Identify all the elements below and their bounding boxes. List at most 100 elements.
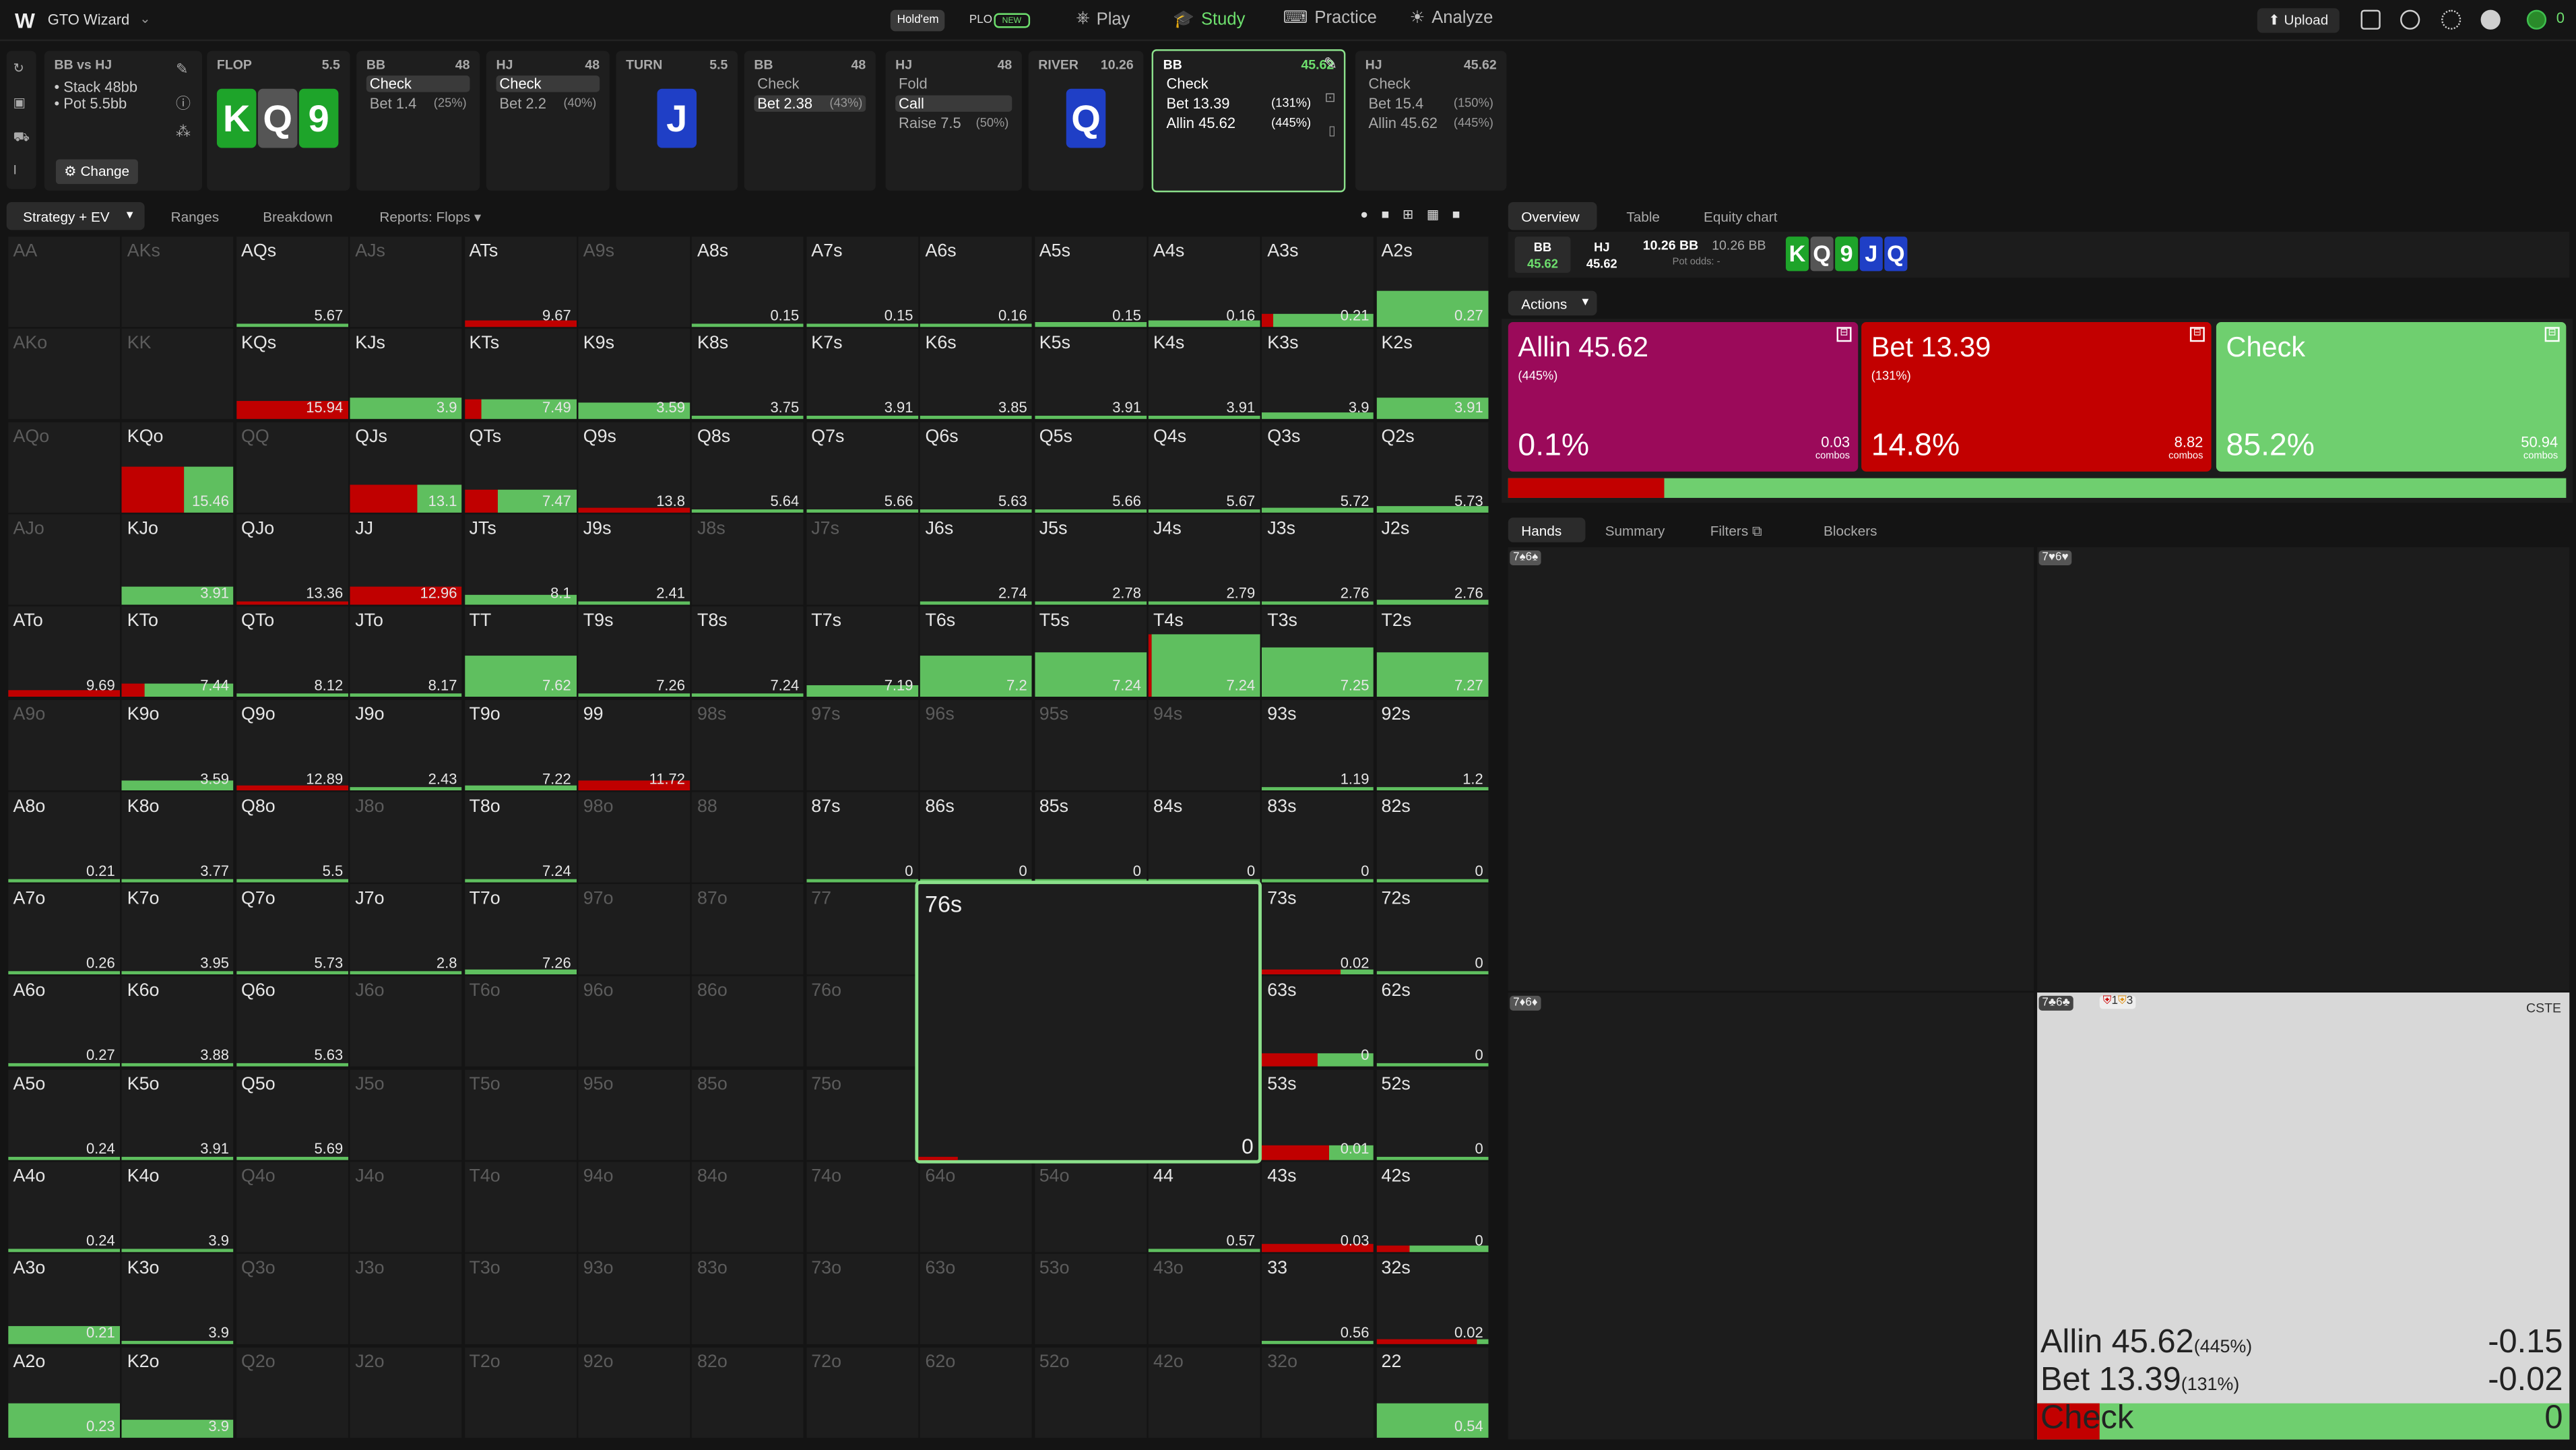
street-hj-flop[interactable]: HJ 48 Check Bet 2.2 (40%) [486,51,610,191]
hand-cell-J2o[interactable]: J2o [350,1346,462,1437]
hand-cell-QJs[interactable]: QJs 13.1 [350,421,462,512]
hand-cell-QTo[interactable]: QTo 8.12 [236,606,348,697]
hand-cell-K3o[interactable]: K3o 3.9 [122,1254,234,1345]
action-option[interactable]: Raise 7.5 (50%) [895,115,1012,131]
hand-cell-62s[interactable]: 62s 0 [1376,976,1489,1067]
hand-cell-JJ[interactable]: JJ 12.96 [350,514,462,605]
hand-cell-77[interactable]: 77 [806,884,918,975]
hand-cell-82s[interactable]: 82s 0 [1376,791,1489,883]
tab-filters[interactable]: Filters ⧉ [1710,523,1762,541]
hand-cell-98s[interactable]: 98s [692,699,804,790]
action-option[interactable]: Bet 2.2 (40%) [496,95,600,111]
action-card-check[interactable]: Check 85.2% 50.94 combos ⊟ [2216,322,2567,472]
street-turn[interactable]: TURN 5.5 J [616,51,738,191]
tab-holdem[interactable]: Hold'em [890,9,946,32]
logo[interactable]: W [15,8,35,33]
hand-cell-73o[interactable]: 73o [806,1254,918,1345]
hand-cell-Q5s[interactable]: Q5s 5.66 [1034,421,1147,512]
hand-cell-86s[interactable]: 86s 0 [920,791,1033,883]
hand-cell-Q2s[interactable]: Q2s 5.73 [1376,421,1489,512]
hand-cell-K7o[interactable]: K7o 3.95 [122,884,234,975]
wizard-coin-icon[interactable] [2526,9,2547,30]
hand-cell-K6s[interactable]: K6s 3.85 [920,329,1033,420]
hand-cell-J7s[interactable]: J7s [806,514,918,605]
hand-cell-A9o[interactable]: A9o [8,699,121,790]
expand-icon[interactable]: ⊟ [2189,327,2205,342]
hand-cell-T7o[interactable]: T7o 7.26 [464,884,577,975]
street-hj-turn[interactable]: HJ 48 Fold Call Raise 7.5 (50%) [885,51,1022,191]
hand-cell-JTo[interactable]: JTo 8.17 [350,606,462,697]
hand-cell-32s[interactable]: 32s 0.02 [1376,1254,1489,1345]
tab-summary[interactable]: Summary [1605,523,1665,539]
hand-cell-98o[interactable]: 98o [578,791,690,883]
hand-cell-T4o[interactable]: T4o [464,1162,577,1253]
hand-cell-T3o[interactable]: T3o [464,1254,577,1345]
hand-cell-Q9s[interactable]: Q9s 13.8 [578,421,690,512]
hand-cell-K2o[interactable]: K2o 3.9 [122,1346,234,1437]
hand-cell-K9o[interactable]: K9o 3.59 [122,699,234,790]
hand-cell-A7s[interactable]: A7s 0.15 [806,237,918,327]
hand-cell-J3o[interactable]: J3o [350,1254,462,1345]
hand-cell-93o[interactable]: 93o [578,1254,690,1345]
action-option[interactable]: Check [1365,75,1497,92]
compress-icon[interactable]: ⊞ [1403,207,1413,225]
square-view-icon[interactable]: ■ [1382,207,1390,225]
hand-cell-T5o[interactable]: T5o [464,1069,577,1160]
hand-combo-7c6c[interactable]: 7♣6♣ ⛨1⛨3 CSTE Allin 45.62(445%) -0.15 Be… [2037,992,2570,1440]
hand-cell-43s[interactable]: 43s 0.03 [1262,1162,1374,1253]
hand-cell-92o[interactable]: 92o [578,1346,690,1437]
pencil-icon[interactable]: ✎ [1324,56,1337,74]
hand-cell-A3o[interactable]: A3o 0.21 [8,1254,121,1345]
nav-analyze[interactable]: ☀ Analyze [1409,8,1493,28]
hand-cell-42s[interactable]: 42s 0 [1376,1162,1489,1253]
hand-cell-T9s[interactable]: T9s 7.26 [578,606,690,697]
hand-cell-T6o[interactable]: T6o [464,976,577,1067]
tab-hands[interactable]: Hands [1508,517,1586,542]
hand-cell-Q4o[interactable]: Q4o [236,1162,348,1253]
hand-cell-Q6s[interactable]: Q6s 5.63 [920,421,1033,512]
help-icon[interactable] [2400,9,2420,30]
hand-cell-72o[interactable]: 72o [806,1346,918,1437]
hand-cell-K9s[interactable]: K9s 3.59 [578,329,690,420]
grid-view-icon[interactable]: ▦ [1427,207,1439,225]
hand-cell-52o[interactable]: 52o [1034,1346,1147,1437]
nav-practice[interactable]: ⌨ Practice [1283,8,1377,28]
hand-cell-Q3s[interactable]: Q3s 5.72 [1262,421,1374,512]
tab-overview[interactable]: Overview [1508,201,1597,230]
hand-cell-84o[interactable]: 84o [692,1162,804,1253]
hand-cell-85o[interactable]: 85o [692,1069,804,1160]
hand-cell-A9s[interactable]: A9s [578,237,690,327]
hand-cell-Q7o[interactable]: Q7o 5.73 [236,884,348,975]
app-name[interactable]: GTO Wizard [48,11,130,28]
hand-cell-A6o[interactable]: A6o 0.27 [8,976,121,1067]
change-button[interactable]: ⚙ Change [55,159,138,185]
hand-cell-K6o[interactable]: K6o 3.88 [122,976,234,1067]
hand-cell-72s[interactable]: 72s 0 [1376,884,1489,975]
hand-cell-83s[interactable]: 83s 0 [1262,791,1374,883]
hand-cell-97s[interactable]: 97s [806,699,918,790]
hand-cell-AQo[interactable]: AQo [8,421,121,512]
hand-cell-KK[interactable]: KK [122,329,234,420]
hand-cell-A2o[interactable]: A2o 0.23 [8,1346,121,1437]
hand-cell-T2s[interactable]: T2s 7.27 [1376,606,1489,697]
hand-combo-7s6s[interactable]: 7♠6♠ [1508,547,2034,991]
expand-icon[interactable]: ⊟ [2544,327,2560,342]
action-option[interactable]: Bet 15.4 (150%) [1365,95,1497,111]
hand-cell-J5s[interactable]: J5s 2.78 [1034,514,1147,605]
hand-cell-KQs[interactable]: KQs 15.94 [236,329,348,420]
upload-button[interactable]: ⬆ Upload [2257,8,2340,33]
hand-cell-85s[interactable]: 85s 0 [1034,791,1147,883]
hand-cell-A4s[interactable]: A4s 0.16 [1148,237,1260,327]
hand-cell-76o[interactable]: 76o [806,976,918,1067]
hand-cell-Q7s[interactable]: Q7s 5.66 [806,421,918,512]
action-option[interactable]: Fold [895,75,1012,92]
hand-cell-AKs[interactable]: AKs [122,237,234,327]
hand-cell-83o[interactable]: 83o [692,1254,804,1345]
hand-cell-A3s[interactable]: A3s 0.21 [1262,237,1374,327]
hand-cell-62o[interactable]: 62o [920,1346,1033,1437]
hand-cell-84s[interactable]: 84s 0 [1148,791,1260,883]
hand-cell-AA[interactable]: AA [8,237,121,327]
hand-cell-33[interactable]: 33 0.56 [1262,1254,1374,1345]
hand-cell-95s[interactable]: 95s [1034,699,1147,790]
text-cursor-icon[interactable]: I [13,162,17,177]
